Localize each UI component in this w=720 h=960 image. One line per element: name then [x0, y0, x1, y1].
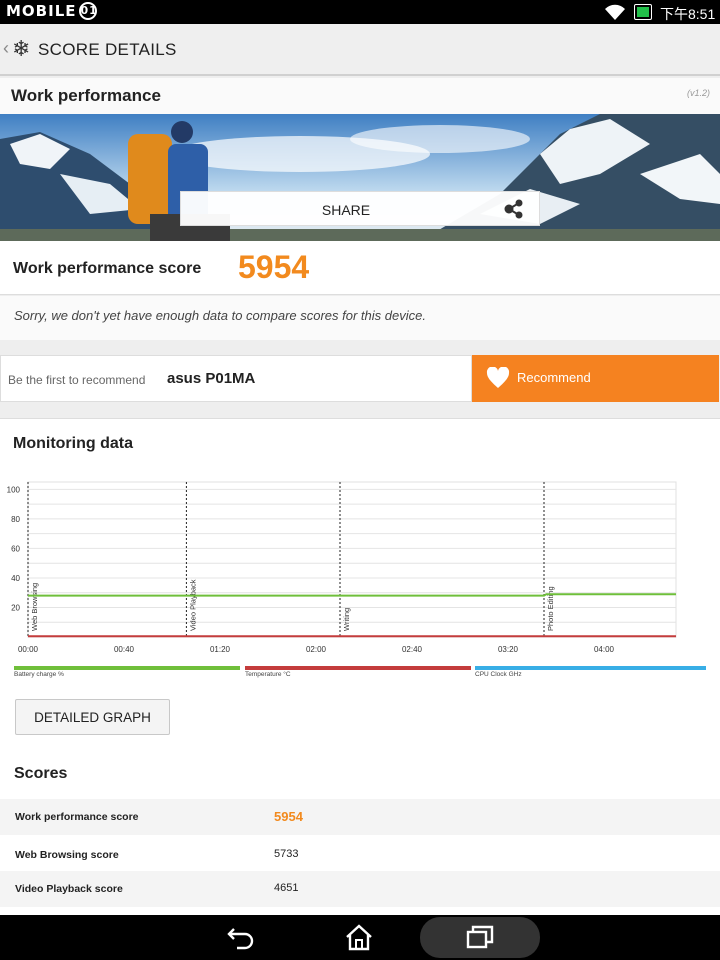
monitoring-title: Monitoring data [13, 435, 133, 452]
y-tick-label: 20 [11, 603, 20, 612]
phase-label: Video Playback [188, 579, 197, 631]
recommend-panel: Be the first to recommend asus P01MA [0, 355, 472, 402]
legend-cpu: CPU Clock GHz [475, 666, 706, 680]
table-row: Work performance score 5954 [0, 799, 720, 835]
wifi-icon [605, 4, 625, 20]
x-tick-label: 01:20 [210, 645, 231, 654]
share-icon [504, 199, 523, 219]
compare-notice-text: Sorry, we don't yet have enough data to … [14, 308, 426, 323]
section-title: Work performance [11, 86, 161, 105]
version-label: (v1.2) [686, 88, 710, 98]
scores-title: Scores [14, 765, 68, 782]
recommend-button[interactable]: Recommend [472, 355, 719, 402]
x-tick-label: 00:00 [18, 645, 39, 654]
score-value-cell: 5954 [274, 809, 303, 824]
clock: 下午8:51 [660, 6, 716, 22]
brand-text: MOBILE [6, 2, 77, 20]
detailed-graph-label: DETAILED GRAPH [34, 710, 151, 725]
work-performance-header: Work performance (v1.2) [0, 78, 720, 114]
x-tick-label: 00:40 [114, 645, 135, 654]
app-bar: ‹ ❄ SCORE DETAILS [0, 24, 720, 76]
legend-temperature: Temperature °C [245, 666, 471, 680]
y-tick-label: 40 [11, 574, 20, 583]
table-row: Video Playback score 4651 [0, 871, 720, 907]
monitoring-chart: 20 40 60 80 100 00:00 00:40 01:20 02:00 02:40 03:2… [7, 481, 677, 654]
back-chevron-icon[interactable]: ‹ [3, 38, 9, 59]
x-tick-label: 02:00 [306, 645, 327, 654]
brand-badge: 01 [78, 2, 97, 20]
plot-area [27, 481, 677, 638]
score-value-cell: 4651 [274, 882, 299, 894]
table-row: Web Browsing score 5733 [0, 837, 720, 873]
score-label: Work performance score [13, 260, 202, 277]
legend-temperature-swatch [245, 666, 471, 670]
legend-cpu-label: CPU Clock GHz [475, 671, 522, 678]
score-name: Video Playback score [15, 883, 123, 895]
phase-label: Photo Editing [546, 586, 555, 631]
y-tick-label: 60 [11, 544, 20, 553]
legend-temperature-label: Temperature °C [245, 671, 291, 678]
device-name: asus P01MA [167, 370, 256, 387]
y-tick-label: 100 [7, 485, 21, 494]
battery-icon [634, 4, 652, 20]
status-bar: MOBILE 01 下午8:51 [0, 0, 720, 24]
legend-battery: Battery charge % [14, 666, 240, 680]
compare-notice: Sorry, we don't yet have enough data to … [0, 296, 720, 340]
heart-icon [486, 367, 510, 388]
phase-label: Writing [342, 608, 351, 631]
score-value-cell: 5733 [274, 848, 299, 860]
x-tick-label: 02:40 [402, 645, 423, 654]
recent-apps-icon[interactable] [465, 923, 495, 951]
score-panel: Work performance score 5954 [0, 241, 720, 295]
legend-battery-label: Battery charge % [14, 671, 64, 678]
y-tick-label: 80 [11, 515, 20, 524]
page-title: SCORE DETAILS [38, 40, 177, 59]
recommend-prefix: Be the first to recommend [8, 373, 146, 387]
recommend-button-label: Recommend [517, 370, 591, 385]
home-icon[interactable] [344, 923, 374, 951]
legend-battery-swatch [14, 666, 240, 670]
legend-cpu-swatch [475, 666, 706, 670]
share-button[interactable]: SHARE [180, 191, 540, 226]
share-label: SHARE [321, 202, 371, 218]
score-value: 5954 [238, 249, 310, 285]
score-name: Work performance score [15, 811, 139, 823]
detailed-graph-button[interactable]: DETAILED GRAPH [15, 699, 170, 735]
x-tick-label: 04:00 [594, 645, 615, 654]
phase-label: Web Browsing [30, 583, 39, 631]
score-name: Web Browsing score [15, 849, 119, 861]
brand-logo: MOBILE 01 [6, 2, 97, 20]
back-icon[interactable] [225, 923, 255, 951]
snowflake-icon[interactable]: ❄ [12, 36, 30, 62]
x-tick-label: 03:20 [498, 645, 519, 654]
navigation-bar [0, 915, 720, 960]
